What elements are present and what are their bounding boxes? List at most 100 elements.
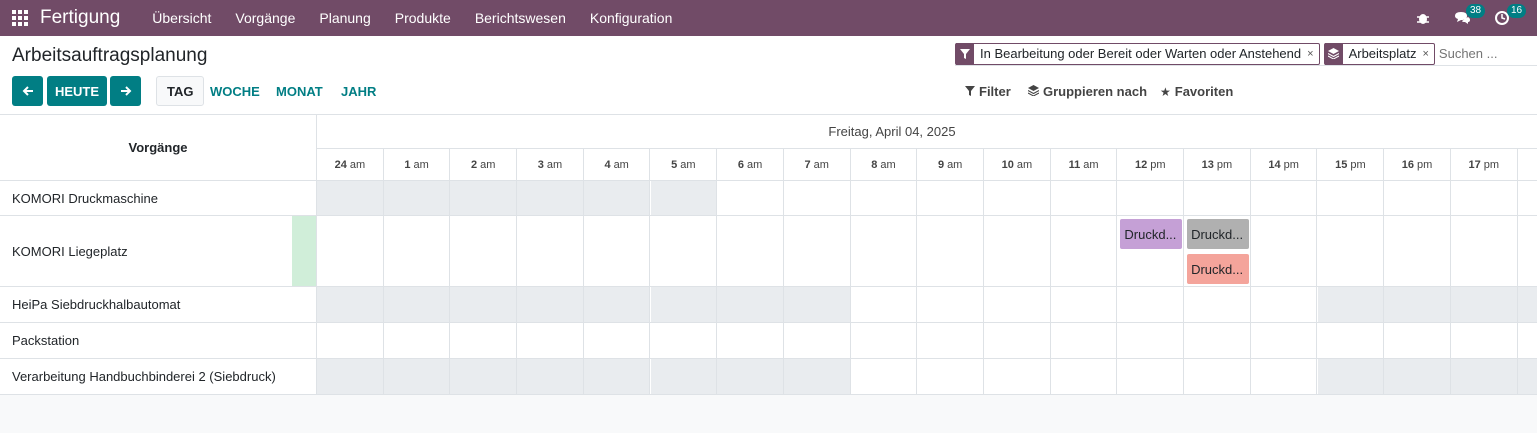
gantt-cell[interactable] [1317,359,1385,394]
gantt-cell[interactable] [1184,359,1251,394]
gantt-cell[interactable] [1451,216,1518,286]
gantt-cell[interactable] [1518,323,1537,358]
scale-week-button[interactable]: WOCHE [200,76,270,106]
gantt-cell[interactable] [650,359,718,394]
gantt-cell[interactable] [450,359,518,394]
gantt-cell[interactable] [317,181,384,215]
gantt-cell[interactable] [1517,287,1537,322]
bug-icon[interactable] [1416,11,1430,25]
gantt-row-label[interactable]: Verarbeitung Handbuchbinderei 2 (Siebdru… [0,359,317,395]
nav-menu-item[interactable]: Produkte [383,0,463,36]
gantt-row[interactable] [317,323,1537,359]
groupby-facet[interactable]: Arbeitsplatz × [1323,42,1435,65]
gantt-row[interactable] [317,216,1537,287]
gantt-row-label[interactable]: HeiPa Siebdruckhalbautomat [0,287,317,323]
gantt-cell[interactable] [317,216,384,286]
gantt-cell[interactable] [384,216,451,286]
gantt-cell[interactable] [984,323,1051,358]
gantt-cell[interactable] [984,287,1051,322]
gantt-cell[interactable] [784,181,851,215]
gantt-cell[interactable] [1451,323,1518,358]
today-button[interactable]: HEUTE [47,76,107,106]
gantt-cell[interactable] [784,216,851,286]
gantt-cell[interactable] [1318,216,1385,286]
gantt-cell[interactable] [984,216,1051,286]
gantt-cell[interactable] [1251,359,1318,394]
gantt-cell[interactable] [450,323,518,358]
apps-grid-icon[interactable] [0,0,40,36]
gantt-cell[interactable] [517,287,584,322]
gantt-cell[interactable] [917,359,984,394]
gantt-cell[interactable] [517,181,584,215]
gantt-cell[interactable] [1051,181,1118,215]
gantt-cell[interactable] [517,323,584,358]
gantt-cell[interactable] [450,287,518,322]
gantt-cell[interactable] [1051,323,1118,358]
gantt-cell[interactable] [450,181,518,215]
gantt-cell[interactable] [1117,323,1185,358]
gantt-cell[interactable] [717,181,784,215]
gantt-pill[interactable]: Druckd... [1187,254,1249,284]
gantt-row-label[interactable]: Packstation [0,323,317,359]
nav-menu-item[interactable]: Vorgänge [223,0,307,36]
gantt-pill[interactable]: Druckd... [1120,219,1183,249]
gantt-cell[interactable] [1517,359,1537,394]
gantt-pill[interactable]: Druckd... [1187,219,1249,249]
gantt-cell[interactable] [1184,287,1251,322]
scale-day-button[interactable]: TAG [156,76,205,106]
gantt-cell[interactable] [1384,359,1451,394]
gantt-cell[interactable] [1117,181,1185,215]
gantt-cell[interactable] [651,323,718,358]
gantt-cell[interactable] [917,287,984,322]
gantt-cell[interactable] [383,287,451,322]
gantt-cell[interactable] [584,323,651,358]
activity-clock-icon[interactable]: 16 [1495,4,1527,25]
gantt-cell[interactable] [1318,181,1385,215]
previous-button[interactable] [12,76,43,106]
gantt-cell[interactable] [583,181,651,215]
gantt-cell[interactable] [984,359,1051,394]
gantt-cell[interactable] [517,216,584,286]
nav-menu-item[interactable]: Übersicht [140,0,223,36]
gantt-cell[interactable] [650,287,718,322]
gantt-cell[interactable] [650,181,718,215]
gantt-cell[interactable] [1184,323,1251,358]
gantt-cell[interactable] [1384,323,1451,358]
gantt-cell[interactable] [1051,216,1118,286]
favorites-menu-button[interactable]: ★ Favoriten [1160,84,1233,99]
gantt-cell[interactable] [583,287,651,322]
gantt-row-label[interactable]: KOMORI Druckmaschine [0,181,317,216]
gantt-cell[interactable] [1450,359,1518,394]
gantt-cell[interactable] [1451,181,1518,215]
gantt-cell[interactable] [1117,287,1185,322]
filter-facet[interactable]: In Bearbeitung oder Bereit oder Warten o… [955,42,1320,65]
gantt-cell[interactable] [584,216,651,286]
nav-menu-item[interactable]: Konfiguration [578,0,685,36]
gantt-cell[interactable] [1251,216,1318,286]
next-button[interactable] [110,76,141,106]
gantt-cell[interactable] [1251,181,1318,215]
gantt-cell[interactable] [1318,323,1385,358]
gantt-row[interactable] [317,181,1537,216]
gantt-cell[interactable] [851,287,918,322]
gantt-cell[interactable] [1450,287,1518,322]
gantt-cell[interactable] [851,359,918,394]
gantt-cell[interactable] [717,287,784,322]
nav-menu-item[interactable]: Planung [307,0,382,36]
gantt-cell[interactable] [783,287,851,322]
scale-month-button[interactable]: MONAT [266,76,333,106]
gantt-cell[interactable] [317,323,384,358]
gantt-cell[interactable] [783,359,851,394]
gantt-cell[interactable] [717,323,784,358]
gantt-cell[interactable] [1384,216,1451,286]
gantt-cell[interactable] [1251,323,1318,358]
gantt-cell[interactable] [984,181,1051,215]
gantt-cell[interactable] [383,359,451,394]
gantt-cell[interactable] [317,287,384,322]
gantt-cell[interactable] [917,216,984,286]
gantt-cell[interactable] [1317,287,1385,322]
gantt-row[interactable] [317,287,1537,323]
close-icon[interactable]: × [1307,48,1318,60]
gantt-cell[interactable] [450,216,518,286]
gantt-cell[interactable] [717,359,784,394]
